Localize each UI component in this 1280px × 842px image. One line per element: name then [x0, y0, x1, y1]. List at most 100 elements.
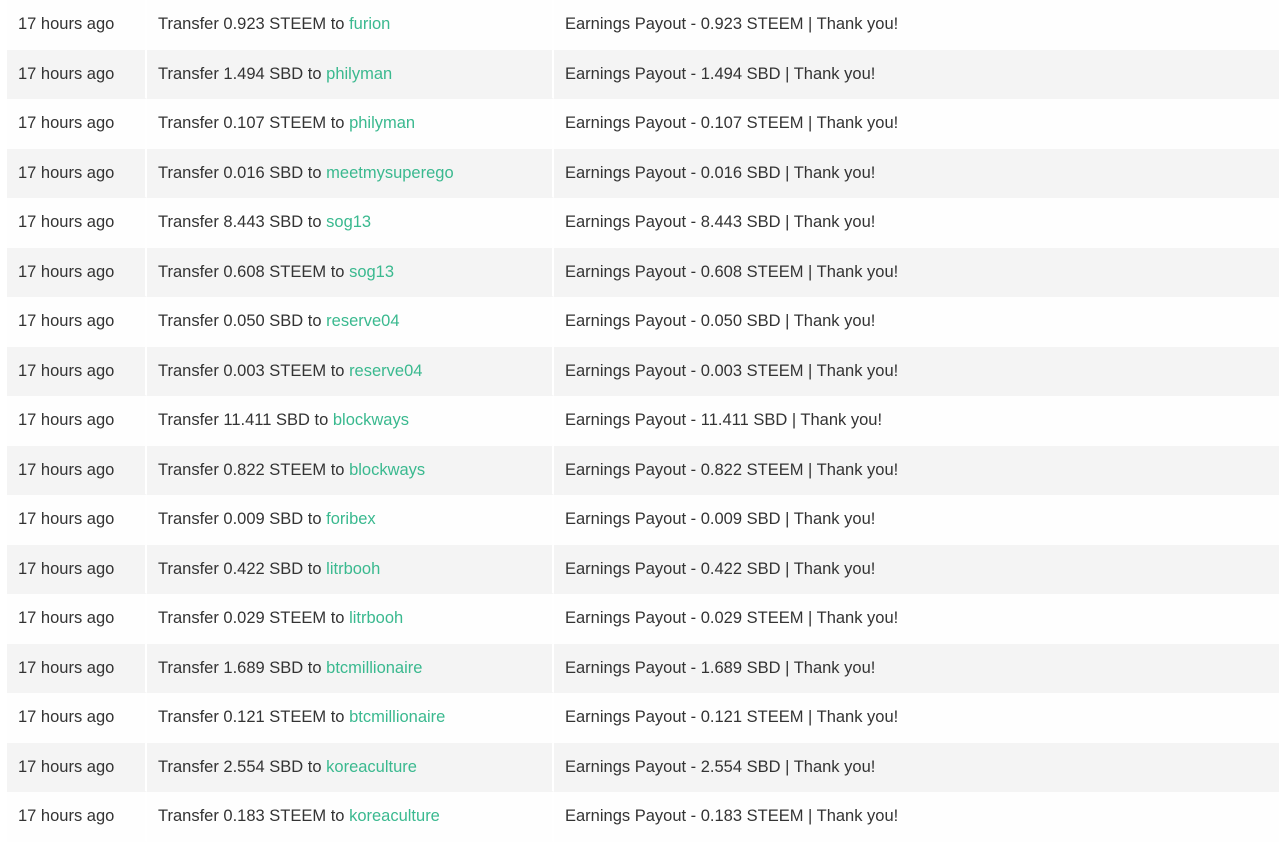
- transfer-operation: Transfer 0.121 STEEM to btcmillionaire: [147, 693, 554, 743]
- transfer-memo: Earnings Payout - 2.554 SBD | Thank you!: [554, 742, 1279, 792]
- transfer-time: 17 hours ago: [7, 198, 147, 248]
- transfer-operation: Transfer 1.494 SBD to philyman: [147, 49, 554, 99]
- transfer-time: 17 hours ago: [7, 544, 147, 594]
- transfer-row: 17 hours ago Transfer 11.411 SBD to block…: [7, 396, 1279, 446]
- transfer-memo: Earnings Payout - 0.016 SBD | Thank you!: [554, 148, 1279, 198]
- transfer-row: 17 hours ago Transfer 0.050 SBD to reserv…: [7, 297, 1279, 347]
- transfer-memo: Earnings Payout - 0.050 SBD | Thank you!: [554, 297, 1279, 347]
- transfer-amount-text: Transfer 1.494 SBD to: [158, 64, 322, 83]
- transfer-time: 17 hours ago: [7, 0, 147, 50]
- transfer-operation: Transfer 2.554 SBD to koreaculture: [147, 742, 554, 792]
- recipient-account-link[interactable]: sog13: [349, 263, 394, 281]
- recipient-account-link[interactable]: philyman: [349, 114, 415, 132]
- transfer-row: 17 hours ago Transfer 0.107 STEEM to phil…: [7, 99, 1279, 149]
- transfer-memo: Earnings Payout - 0.923 STEEM | Thank yo…: [554, 0, 1279, 50]
- transfer-time: 17 hours ago: [7, 396, 147, 446]
- transfer-row: 17 hours ago Transfer 0.121 STEEM to btcm…: [7, 693, 1279, 743]
- transfer-time: 17 hours ago: [7, 792, 147, 842]
- transfer-amount-text: Transfer 0.029 STEEM to: [158, 609, 345, 628]
- recipient-account-link[interactable]: btcmillionaire: [349, 708, 445, 726]
- transfer-operation: Transfer 0.009 SBD to foribex: [147, 495, 554, 545]
- transfer-amount-text: Transfer 0.422 SBD to: [158, 559, 322, 578]
- transfer-memo: Earnings Payout - 0.009 SBD | Thank you!: [554, 495, 1279, 545]
- transfer-amount-text: Transfer 8.443 SBD to: [158, 213, 322, 232]
- transfer-operation: Transfer 0.029 STEEM to litrbooh: [147, 594, 554, 644]
- transfer-operation: Transfer 0.422 SBD to litrbooh: [147, 544, 554, 594]
- transfer-amount-text: Transfer 0.608 STEEM to: [158, 262, 345, 281]
- transfer-amount-text: Transfer 0.107 STEEM to: [158, 114, 345, 133]
- transfer-time: 17 hours ago: [7, 693, 147, 743]
- transfer-operation: Transfer 0.050 SBD to reserve04: [147, 297, 554, 347]
- transfer-operation: Transfer 0.003 STEEM to reserve04: [147, 346, 554, 396]
- recipient-account-link[interactable]: koreaculture: [326, 758, 417, 776]
- recipient-account-link[interactable]: reserve04: [349, 362, 422, 380]
- transfer-time: 17 hours ago: [7, 346, 147, 396]
- transfer-amount-text: Transfer 0.050 SBD to: [158, 312, 322, 331]
- transfer-operation: Transfer 0.107 STEEM to philyman: [147, 99, 554, 149]
- transfer-memo: Earnings Payout - 11.411 SBD | Thank you…: [554, 396, 1279, 446]
- transfer-history-table: 17 hours ago Transfer 0.923 STEEM to furi…: [7, 0, 1279, 842]
- recipient-account-link[interactable]: koreaculture: [349, 807, 440, 825]
- transfer-row: 17 hours ago Transfer 0.003 STEEM to rese…: [7, 346, 1279, 396]
- transfer-operation: Transfer 0.923 STEEM to furion: [147, 0, 554, 50]
- transfer-memo: Earnings Payout - 0.029 STEEM | Thank yo…: [554, 594, 1279, 644]
- transfer-operation: Transfer 11.411 SBD to blockways: [147, 396, 554, 446]
- transfer-amount-text: Transfer 2.554 SBD to: [158, 757, 322, 776]
- transfer-time: 17 hours ago: [7, 49, 147, 99]
- transfer-memo: Earnings Payout - 0.003 STEEM | Thank yo…: [554, 346, 1279, 396]
- transfer-time: 17 hours ago: [7, 594, 147, 644]
- transfer-operation: Transfer 0.183 STEEM to koreaculture: [147, 792, 554, 842]
- transfer-operation: Transfer 0.016 SBD to meetmysuperego: [147, 148, 554, 198]
- transfer-row: 17 hours ago Transfer 8.443 SBD to sog13 E…: [7, 198, 1279, 248]
- transfer-memo: Earnings Payout - 0.183 STEEM | Thank yo…: [554, 792, 1279, 842]
- transfer-time: 17 hours ago: [7, 99, 147, 149]
- transfer-memo: Earnings Payout - 0.822 STEEM | Thank yo…: [554, 445, 1279, 495]
- transfer-amount-text: Transfer 0.003 STEEM to: [158, 361, 345, 380]
- transfer-operation: Transfer 8.443 SBD to sog13: [147, 198, 554, 248]
- transfer-time: 17 hours ago: [7, 643, 147, 693]
- transfer-memo: Earnings Payout - 1.494 SBD | Thank you!: [554, 49, 1279, 99]
- transfer-amount-text: Transfer 0.923 STEEM to: [158, 15, 345, 34]
- recipient-account-link[interactable]: foribex: [326, 510, 376, 528]
- transfer-row: 17 hours ago Transfer 0.016 SBD to meetmy…: [7, 148, 1279, 198]
- transfer-memo: Earnings Payout - 8.443 SBD | Thank you!: [554, 198, 1279, 248]
- transfer-memo: Earnings Payout - 1.689 SBD | Thank you!: [554, 643, 1279, 693]
- recipient-account-link[interactable]: litrbooh: [326, 560, 380, 578]
- transfer-time: 17 hours ago: [7, 495, 147, 545]
- transfer-amount-text: Transfer 0.016 SBD to: [158, 163, 322, 182]
- recipient-account-link[interactable]: litrbooh: [349, 609, 403, 627]
- transfer-time: 17 hours ago: [7, 148, 147, 198]
- recipient-account-link[interactable]: furion: [349, 15, 390, 33]
- transfer-amount-text: Transfer 1.689 SBD to: [158, 658, 322, 677]
- recipient-account-link[interactable]: reserve04: [326, 312, 399, 330]
- transfer-memo: Earnings Payout - 0.107 STEEM | Thank yo…: [554, 99, 1279, 149]
- transfer-row: 17 hours ago Transfer 0.822 STEEM to bloc…: [7, 445, 1279, 495]
- transfer-amount-text: Transfer 0.121 STEEM to: [158, 708, 345, 727]
- transfer-memo: Earnings Payout - 0.608 STEEM | Thank yo…: [554, 247, 1279, 297]
- transfer-row: 17 hours ago Transfer 2.554 SBD to koreac…: [7, 742, 1279, 792]
- transfer-time: 17 hours ago: [7, 297, 147, 347]
- transfer-row: 17 hours ago Transfer 1.689 SBD to btcmil…: [7, 643, 1279, 693]
- transfer-history-body: 17 hours ago Transfer 0.923 STEEM to furi…: [7, 0, 1279, 842]
- recipient-account-link[interactable]: philyman: [326, 65, 392, 83]
- transfer-row: 17 hours ago Transfer 0.183 STEEM to kore…: [7, 792, 1279, 842]
- transfer-row: 17 hours ago Transfer 0.029 STEEM to litr…: [7, 594, 1279, 644]
- transfer-amount-text: Transfer 11.411 SBD to: [158, 411, 329, 430]
- transfer-amount-text: Transfer 0.822 STEEM to: [158, 460, 345, 479]
- transfer-row: 17 hours ago Transfer 1.494 SBD to philym…: [7, 49, 1279, 99]
- transfer-time: 17 hours ago: [7, 247, 147, 297]
- recipient-account-link[interactable]: blockways: [349, 461, 425, 479]
- transfer-time: 17 hours ago: [7, 742, 147, 792]
- transfer-operation: Transfer 0.608 STEEM to sog13: [147, 247, 554, 297]
- recipient-account-link[interactable]: sog13: [326, 213, 371, 231]
- transfer-time: 17 hours ago: [7, 445, 147, 495]
- transfer-operation: Transfer 1.689 SBD to btcmillionaire: [147, 643, 554, 693]
- transfer-amount-text: Transfer 0.183 STEEM to: [158, 807, 345, 826]
- recipient-account-link[interactable]: blockways: [333, 411, 409, 429]
- transfer-row: 17 hours ago Transfer 0.608 STEEM to sog1…: [7, 247, 1279, 297]
- recipient-account-link[interactable]: meetmysuperego: [326, 164, 453, 182]
- transfer-memo: Earnings Payout - 0.121 STEEM | Thank yo…: [554, 693, 1279, 743]
- transfer-amount-text: Transfer 0.009 SBD to: [158, 510, 322, 529]
- transfer-operation: Transfer 0.822 STEEM to blockways: [147, 445, 554, 495]
- recipient-account-link[interactable]: btcmillionaire: [326, 659, 422, 677]
